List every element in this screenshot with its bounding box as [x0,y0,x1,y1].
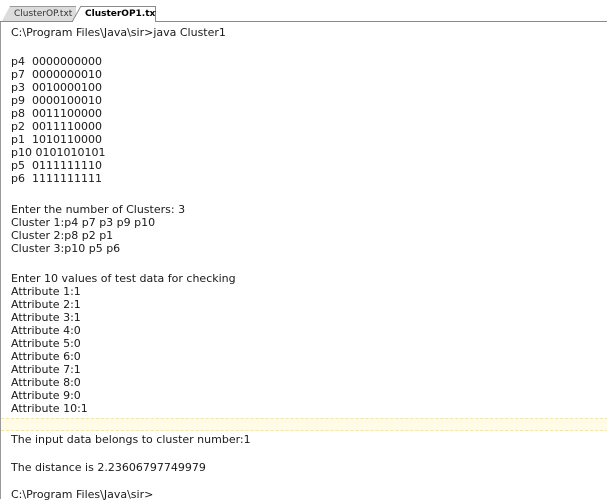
console-line: p8 0011100000 [11,107,102,120]
console-line: p5 0111111110 [11,159,102,172]
console-line: The distance is 2.23606797749979 [11,461,206,474]
console-line: p2 0011110000 [11,120,102,133]
console-line: Cluster 2:p8 p2 p1 [11,229,114,242]
current-line-highlight [1,418,607,431]
tab-label: ClusterOP1.txt [85,9,160,19]
console-line: Attribute 7:1 [11,363,81,376]
console-line: Attribute 9:0 [11,389,81,402]
tab-clusterop[interactable]: ClusterOP.txt [2,6,76,21]
console-line: p7 0000000010 [11,68,102,81]
console-line: Attribute 3:1 [11,311,81,324]
console-line: p10 0101010101 [11,146,106,159]
console-line: C:\Program Files\Java\sir> [11,488,154,501]
console-line: Attribute 2:1 [11,298,81,311]
console-line: Attribute 1:1 [11,285,81,298]
console-line: Cluster 1:p4 p7 p3 p9 p10 [11,216,156,229]
console-line: p3 0010000100 [11,81,102,94]
console-line: Attribute 6:0 [11,350,81,363]
console-line: p1 1010110000 [11,133,102,146]
console-line: Attribute 10:1 [11,402,88,415]
console-line: Enter 10 values of test data for checkin… [11,272,236,285]
console-line: Attribute 8:0 [11,376,81,389]
console-line: p4 0000000000 [11,55,102,68]
tab-bar: ClusterOP.txt ClusterOP1.txt [0,0,607,22]
console-line: C:\Program Files\Java\sir>java Cluster1 [11,26,226,39]
tab-label: ClusterOP.txt [14,9,73,19]
console-line: Cluster 3:p10 p5 p6 [11,242,121,255]
tab-clusterop1[interactable]: ClusterOP1.txt [72,6,156,22]
console-line: p9 0000100010 [11,94,102,107]
console-line: Attribute 4:0 [11,324,81,337]
console-line: Attribute 5:0 [11,337,81,350]
console-line: Enter the number of Clusters: 3 [11,203,186,216]
console-line: p6 1111111111 [11,172,102,185]
console-line: The input data belongs to cluster number… [11,433,251,446]
console-output[interactable]: C:\Program Files\Java\sir>java Cluster1 … [0,22,607,501]
